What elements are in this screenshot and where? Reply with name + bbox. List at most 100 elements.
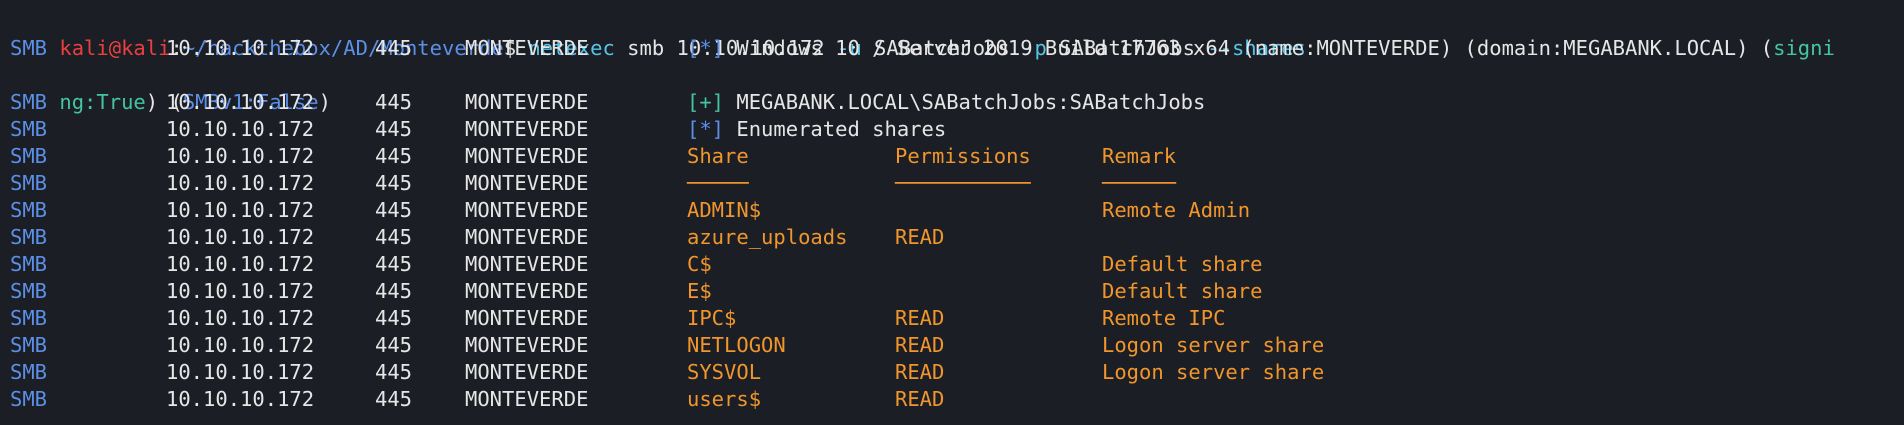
target-port: 445 bbox=[375, 225, 413, 249]
target-ip: 10.10.10.172 bbox=[166, 198, 315, 222]
target-ip: 10.10.10.172 bbox=[166, 252, 315, 276]
target-ip: 10.10.10.172 bbox=[166, 387, 315, 411]
target-port: 445 bbox=[375, 387, 413, 411]
share-name: SYSVOL bbox=[687, 360, 762, 384]
protocol-label: SMB bbox=[10, 279, 48, 303]
share-remark: Remote Admin bbox=[1102, 198, 1251, 222]
target-host: MONTEVERDE bbox=[465, 36, 589, 60]
enum-message: [*] Enumerated shares bbox=[687, 116, 946, 143]
share-remark: Remote IPC bbox=[1102, 306, 1226, 330]
share-permission: READ bbox=[895, 333, 945, 357]
protocol-label: SMB bbox=[10, 387, 48, 411]
target-host: MONTEVERDE bbox=[465, 144, 589, 168]
share-name: NETLOGON bbox=[687, 333, 786, 357]
info-tag: [*] bbox=[687, 117, 725, 141]
target-port: 445 bbox=[375, 117, 413, 141]
column-header-share: Share bbox=[687, 144, 749, 168]
target-host: MONTEVERDE bbox=[465, 387, 589, 411]
protocol-label: SMB bbox=[10, 306, 48, 330]
share-name: users$ bbox=[687, 387, 762, 411]
info-message: [*] Windows 10 / Server 2019 Build 17763… bbox=[687, 35, 1835, 62]
target-port: 445 bbox=[375, 252, 413, 276]
target-ip: 10.10.10.172 bbox=[166, 144, 315, 168]
protocol-label: SMB bbox=[10, 90, 48, 114]
protocol-label: SMB bbox=[10, 198, 48, 222]
target-host: MONTEVERDE bbox=[465, 279, 589, 303]
target-host: MONTEVERDE bbox=[465, 333, 589, 357]
terminal-window[interactable]: kali@kali:~/hackthebox/AD/Monteverde$ ne… bbox=[10, 8, 1900, 420]
target-port: 445 bbox=[375, 36, 413, 60]
target-port: 445 bbox=[375, 90, 413, 114]
enum-text: Enumerated shares bbox=[724, 117, 947, 141]
target-host: MONTEVERDE bbox=[465, 117, 589, 141]
output-row-auth: SMB 10.10.10.172 445 MONTEVERDE [+] MEGA… bbox=[10, 89, 1900, 116]
share-name: IPC$ bbox=[687, 306, 737, 330]
info-tag: [*] bbox=[687, 36, 725, 60]
target-ip: 10.10.10.172 bbox=[166, 279, 315, 303]
share-row: SMB 10.10.10.172 445 MONTEVERDE SYSVOL R… bbox=[10, 359, 1900, 386]
protocol-label: SMB bbox=[10, 360, 48, 384]
share-remark: Logon server share bbox=[1102, 360, 1325, 384]
share-name: E$ bbox=[687, 279, 712, 303]
target-port: 445 bbox=[375, 360, 413, 384]
target-port: 445 bbox=[375, 171, 413, 195]
column-header-remark: Remark bbox=[1102, 144, 1177, 168]
output-row-info: SMB 10.10.10.172 445 MONTEVERDE [*] Wind… bbox=[10, 35, 1900, 62]
share-permission: READ bbox=[895, 225, 945, 249]
share-name: C$ bbox=[687, 252, 712, 276]
protocol-label: SMB bbox=[10, 36, 48, 60]
protocol-label: SMB bbox=[10, 117, 48, 141]
target-ip: 10.10.10.172 bbox=[166, 117, 315, 141]
target-ip: 10.10.10.172 bbox=[166, 306, 315, 330]
success-tag: [+] bbox=[687, 90, 725, 114]
auth-message: [+] MEGABANK.LOCAL\SABatchJobs:SABatchJo… bbox=[687, 89, 1205, 116]
auth-text: MEGABANK.LOCAL\SABatchJobs:SABatchJobs bbox=[724, 90, 1206, 114]
target-ip: 10.10.10.172 bbox=[166, 90, 315, 114]
share-remark: Default share bbox=[1102, 279, 1263, 303]
share-permission: READ bbox=[895, 387, 945, 411]
target-port: 445 bbox=[375, 306, 413, 330]
protocol-label: SMB bbox=[10, 252, 48, 276]
target-ip: 10.10.10.172 bbox=[166, 333, 315, 357]
target-host: MONTEVERDE bbox=[465, 171, 589, 195]
target-host: MONTEVERDE bbox=[465, 198, 589, 222]
target-ip: 10.10.10.172 bbox=[166, 36, 315, 60]
target-port: 445 bbox=[375, 333, 413, 357]
target-host: MONTEVERDE bbox=[465, 306, 589, 330]
share-permission: READ bbox=[895, 360, 945, 384]
column-header-permissions: Permissions bbox=[895, 144, 1031, 168]
protocol-label: SMB bbox=[10, 171, 48, 195]
share-row: SMB 10.10.10.172 445 MONTEVERDE IPC$ REA… bbox=[10, 305, 1900, 332]
target-host: MONTEVERDE bbox=[465, 90, 589, 114]
target-port: 445 bbox=[375, 279, 413, 303]
underline-share: ───── bbox=[687, 171, 749, 195]
target-port: 445 bbox=[375, 144, 413, 168]
underline-remark: ────── bbox=[1102, 171, 1177, 195]
command-line: kali@kali:~/hackthebox/AD/Monteverde$ ne… bbox=[10, 8, 1900, 60]
target-ip: 10.10.10.172 bbox=[166, 360, 315, 384]
share-row: SMB 10.10.10.172 445 MONTEVERDE users$ R… bbox=[10, 386, 1900, 413]
share-name: azure_uploads bbox=[687, 225, 848, 249]
share-remark: Logon server share bbox=[1102, 333, 1325, 357]
share-row: SMB 10.10.10.172 445 MONTEVERDE NETLOGON… bbox=[10, 332, 1900, 359]
protocol-label: SMB bbox=[10, 225, 48, 249]
target-port: 445 bbox=[375, 198, 413, 222]
target-host: MONTEVERDE bbox=[465, 360, 589, 384]
protocol-label: SMB bbox=[10, 333, 48, 357]
target-host: MONTEVERDE bbox=[465, 225, 589, 249]
share-row: SMB 10.10.10.172 445 MONTEVERDE ADMIN$ R… bbox=[10, 197, 1900, 224]
target-ip: 10.10.10.172 bbox=[166, 171, 315, 195]
info-text: Windows 10 / Server 2019 Build 17763 x64… bbox=[724, 36, 1774, 60]
output-row-wrap: ng:True) (SMBv1:False) bbox=[10, 62, 1900, 114]
output-row-headers: SMB 10.10.10.172 445 MONTEVERDE Share Pe… bbox=[10, 143, 1900, 170]
share-row: SMB 10.10.10.172 445 MONTEVERDE azure_up… bbox=[10, 224, 1900, 251]
target-ip: 10.10.10.172 bbox=[166, 225, 315, 249]
share-row: SMB 10.10.10.172 445 MONTEVERDE E$ Defau… bbox=[10, 278, 1900, 305]
underline-permissions: ─────────── bbox=[895, 171, 1031, 195]
protocol-label: SMB bbox=[10, 144, 48, 168]
output-row-enum: SMB 10.10.10.172 445 MONTEVERDE [*] Enum… bbox=[10, 116, 1900, 143]
share-remark: Default share bbox=[1102, 252, 1263, 276]
share-name: ADMIN$ bbox=[687, 198, 762, 222]
share-permission: READ bbox=[895, 306, 945, 330]
target-host: MONTEVERDE bbox=[465, 252, 589, 276]
